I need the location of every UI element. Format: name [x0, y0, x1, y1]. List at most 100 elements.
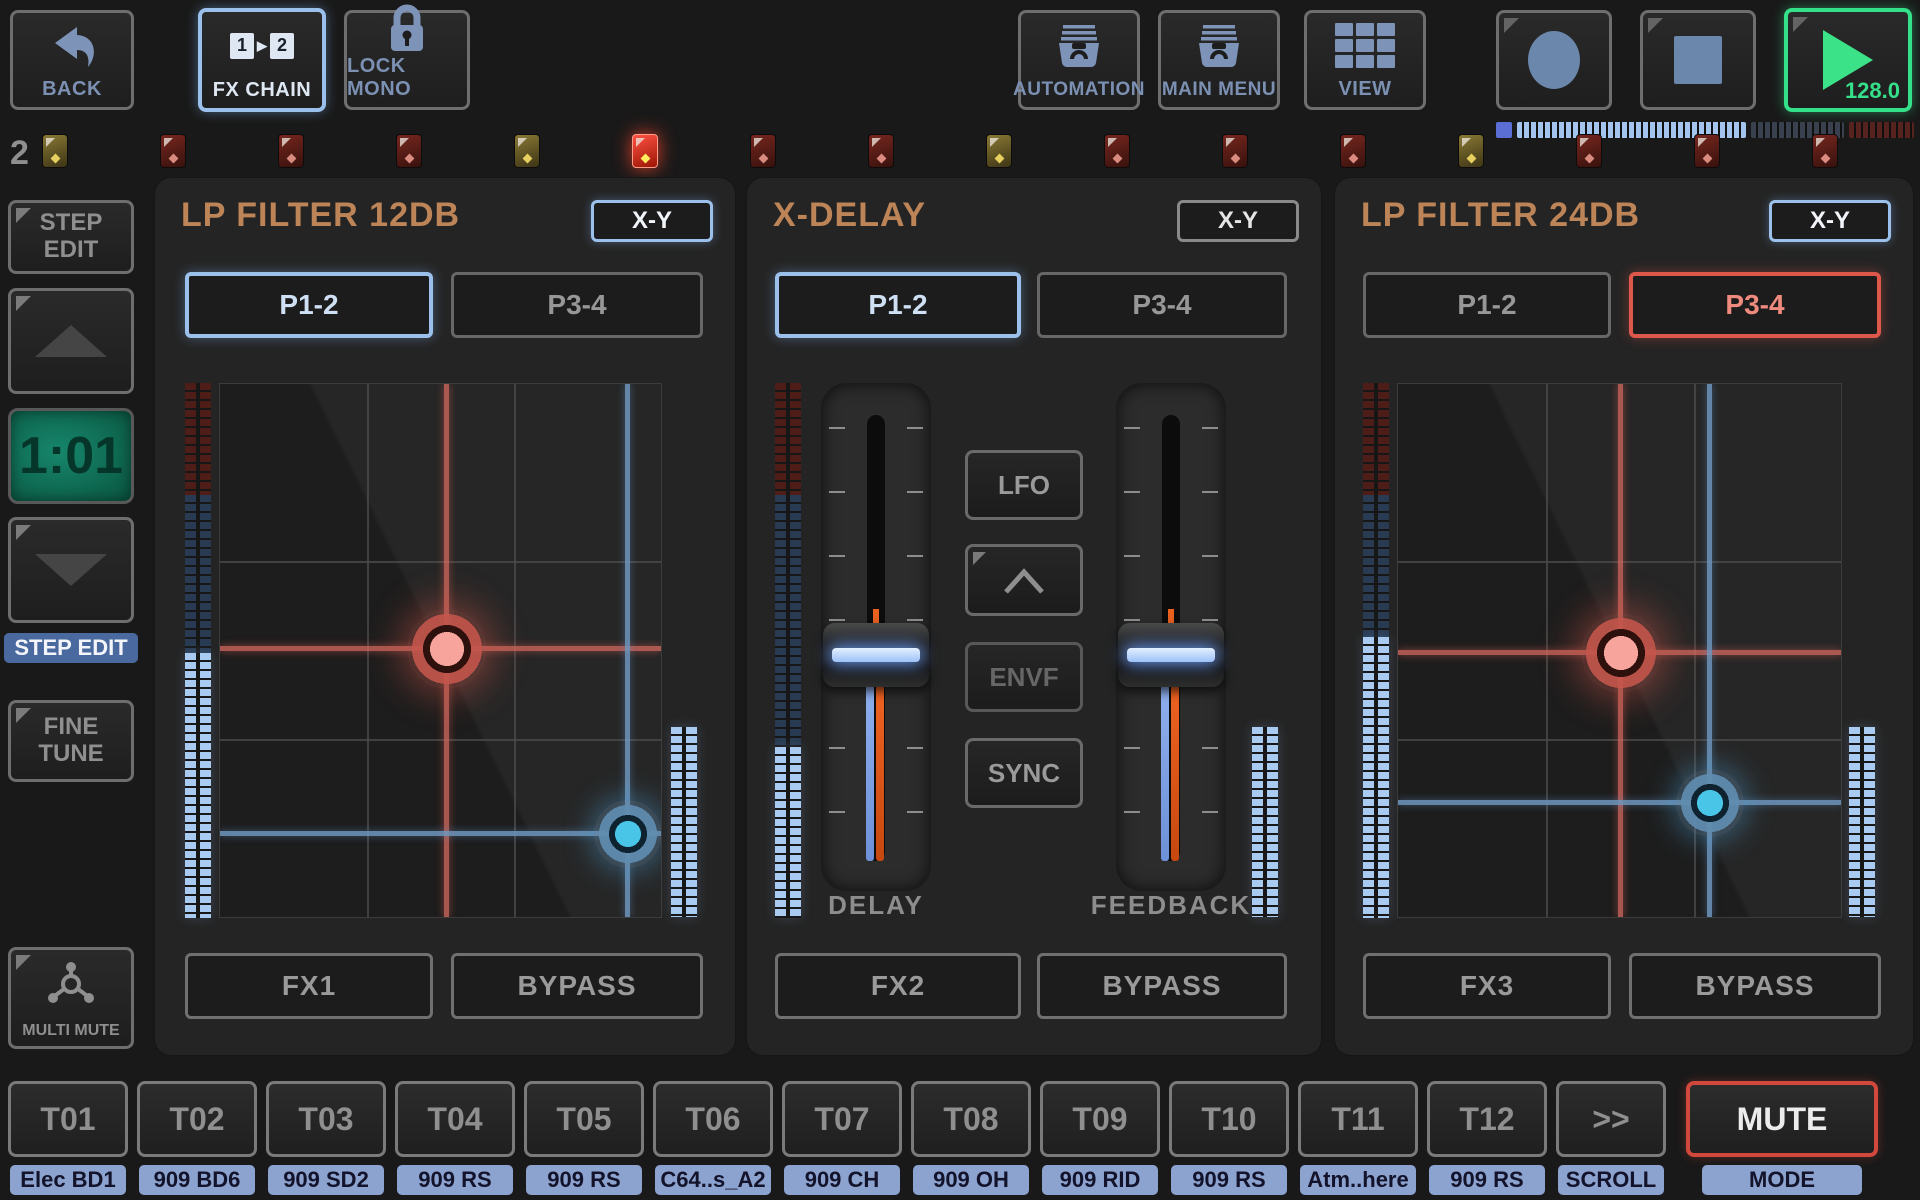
main-menu-icon	[1193, 13, 1245, 79]
stop-button[interactable]	[1640, 10, 1756, 110]
track-button-t07[interactable]: T07	[782, 1081, 902, 1157]
lock-mono-button[interactable]: LOCK MONO	[344, 10, 470, 110]
envelope-shape-button[interactable]	[965, 544, 1083, 616]
fx-panel-1: LP FILTER 12DB X-Y P1-2 P3-4 FX1 BYPASS	[155, 178, 735, 1055]
delay-slider-cap[interactable]	[823, 623, 929, 687]
panel1-bypass-button[interactable]: BYPASS	[451, 953, 703, 1019]
panel1-fx-button[interactable]: FX1	[185, 953, 433, 1019]
pad-indicator-icon[interactable]	[396, 134, 422, 168]
panel3-title: LP FILTER 24DB	[1361, 196, 1640, 235]
panel2-xy-button[interactable]: X-Y	[1177, 200, 1299, 242]
track-label-t03: 909 SD2	[268, 1165, 384, 1195]
pad-indicator-icon[interactable]	[42, 134, 68, 168]
panel1-xy-puck-blue[interactable]	[594, 800, 662, 868]
pad-indicator-icon[interactable]	[868, 134, 894, 168]
track-button-t09[interactable]: T09	[1040, 1081, 1160, 1157]
record-button[interactable]	[1496, 10, 1612, 110]
pad-indicator-icon[interactable]	[1104, 134, 1130, 168]
main-menu-button[interactable]: MAIN MENU	[1158, 10, 1280, 110]
track-button-t04[interactable]: T04	[395, 1081, 515, 1157]
sync-button[interactable]: SYNC	[965, 738, 1083, 808]
automation-button[interactable]: AUTOMATION	[1018, 10, 1140, 110]
panel3-fx-button[interactable]: FX3	[1363, 953, 1611, 1019]
panel2-page2-button[interactable]: P3-4	[1037, 272, 1287, 338]
panel3-page2-button[interactable]: P3-4	[1629, 272, 1881, 338]
panel1-xy-pad[interactable]	[219, 383, 662, 918]
panel1-page2-button[interactable]: P3-4	[451, 272, 703, 338]
track-button-t10[interactable]: T10	[1169, 1081, 1289, 1157]
panel1-xy-puck-red[interactable]	[407, 609, 487, 689]
pad-indicator-icon[interactable]	[1340, 134, 1366, 168]
multi-mute-button[interactable]: MULTI MUTE	[8, 947, 134, 1049]
panel1-left-meter	[185, 383, 211, 918]
track-button-t06[interactable]: T06	[653, 1081, 773, 1157]
track-scroll-button[interactable]: >>	[1556, 1081, 1666, 1157]
panel3-page1-button[interactable]: P1-2	[1363, 272, 1611, 338]
scroll-label: SCROLL	[1558, 1165, 1664, 1195]
track-label-t04: 909 RS	[397, 1165, 513, 1195]
pad-indicator-icon[interactable]	[986, 134, 1012, 168]
fine-tune-button[interactable]: FINE TUNE	[8, 700, 134, 782]
position-display: 1:01	[8, 408, 134, 504]
pad-indicator-icon[interactable]	[514, 134, 540, 168]
feedback-slider[interactable]	[1116, 383, 1226, 891]
play-button[interactable]: 128.0	[1784, 8, 1912, 112]
panel2-fx-button[interactable]: FX2	[775, 953, 1021, 1019]
envelope-icon	[1000, 565, 1048, 595]
track-label-t02: 909 BD6	[139, 1165, 255, 1195]
fx-chain-button[interactable]: 1 ▶ 2 FX CHAIN	[198, 8, 326, 112]
track-label-t10: 909 RS	[1171, 1165, 1287, 1195]
step-edit-button[interactable]: STEP EDIT	[8, 200, 134, 274]
pad-indicator-icon[interactable]	[1812, 134, 1838, 168]
panel2-page1-button[interactable]: P1-2	[775, 272, 1021, 338]
pad-indicator-icon[interactable]	[632, 134, 658, 168]
track-label-t08: 909 OH	[913, 1165, 1029, 1195]
fx-panel-2: X-DELAY X-Y P1-2 P3-4 LFO ENVF SYNC	[747, 178, 1321, 1055]
step-down-button[interactable]	[8, 517, 134, 623]
step-up-button[interactable]	[8, 288, 134, 394]
panel1-page1-button[interactable]: P1-2	[185, 272, 433, 338]
panel3-xy-puck-blue[interactable]	[1676, 769, 1744, 837]
pad-indicator-icon[interactable]	[1576, 134, 1602, 168]
track-button-t12[interactable]: T12	[1427, 1081, 1547, 1157]
panel1-xy-button[interactable]: X-Y	[591, 200, 713, 242]
pad-indicator-icon[interactable]	[1458, 134, 1484, 168]
pad-indicator-icon[interactable]	[1222, 134, 1248, 168]
feedback-slider-cap[interactable]	[1118, 623, 1224, 687]
lock-icon	[385, 3, 429, 55]
panel3-left-meter	[1363, 383, 1389, 918]
track-label-t12: 909 RS	[1429, 1165, 1545, 1195]
panel3-right-meter	[1849, 727, 1875, 917]
stop-icon	[1674, 36, 1722, 84]
track-label-t01: Elec BD1	[10, 1165, 126, 1195]
track-button-t03[interactable]: T03	[266, 1081, 386, 1157]
step-edit-mode-badge: STEP EDIT	[4, 633, 138, 663]
track-button-t02[interactable]: T02	[137, 1081, 257, 1157]
pad-indicator-icon[interactable]	[1694, 134, 1720, 168]
panel3-xy-pad[interactable]	[1397, 383, 1842, 918]
arrow-down-icon	[35, 554, 107, 586]
bpm-display: 128.0	[1845, 78, 1900, 104]
panel2-bypass-button[interactable]: BYPASS	[1037, 953, 1287, 1019]
delay-slider[interactable]	[821, 383, 931, 891]
multi-mute-icon	[41, 950, 101, 1022]
back-icon	[45, 13, 99, 78]
track-button-t01[interactable]: T01	[8, 1081, 128, 1157]
pad-indicator-icon[interactable]	[160, 134, 186, 168]
panel3-xy-puck-red[interactable]	[1581, 613, 1661, 693]
pad-indicator-icon[interactable]	[278, 134, 304, 168]
panel3-bypass-button[interactable]: BYPASS	[1629, 953, 1881, 1019]
mute-mode-button[interactable]: MUTE	[1686, 1081, 1878, 1157]
track-button-t11[interactable]: T11	[1298, 1081, 1418, 1157]
track-button-t08[interactable]: T08	[911, 1081, 1031, 1157]
lfo-button[interactable]: LFO	[965, 450, 1083, 520]
envf-button[interactable]: ENVF	[965, 642, 1083, 712]
record-icon	[1528, 31, 1580, 89]
track-button-t05[interactable]: T05	[524, 1081, 644, 1157]
panel1-right-meter	[671, 727, 697, 917]
panel2-left-meter	[775, 383, 801, 918]
pad-indicator-icon[interactable]	[750, 134, 776, 168]
back-button[interactable]: BACK	[10, 10, 134, 110]
panel3-xy-button[interactable]: X-Y	[1769, 200, 1891, 242]
view-button[interactable]: VIEW	[1304, 10, 1426, 110]
